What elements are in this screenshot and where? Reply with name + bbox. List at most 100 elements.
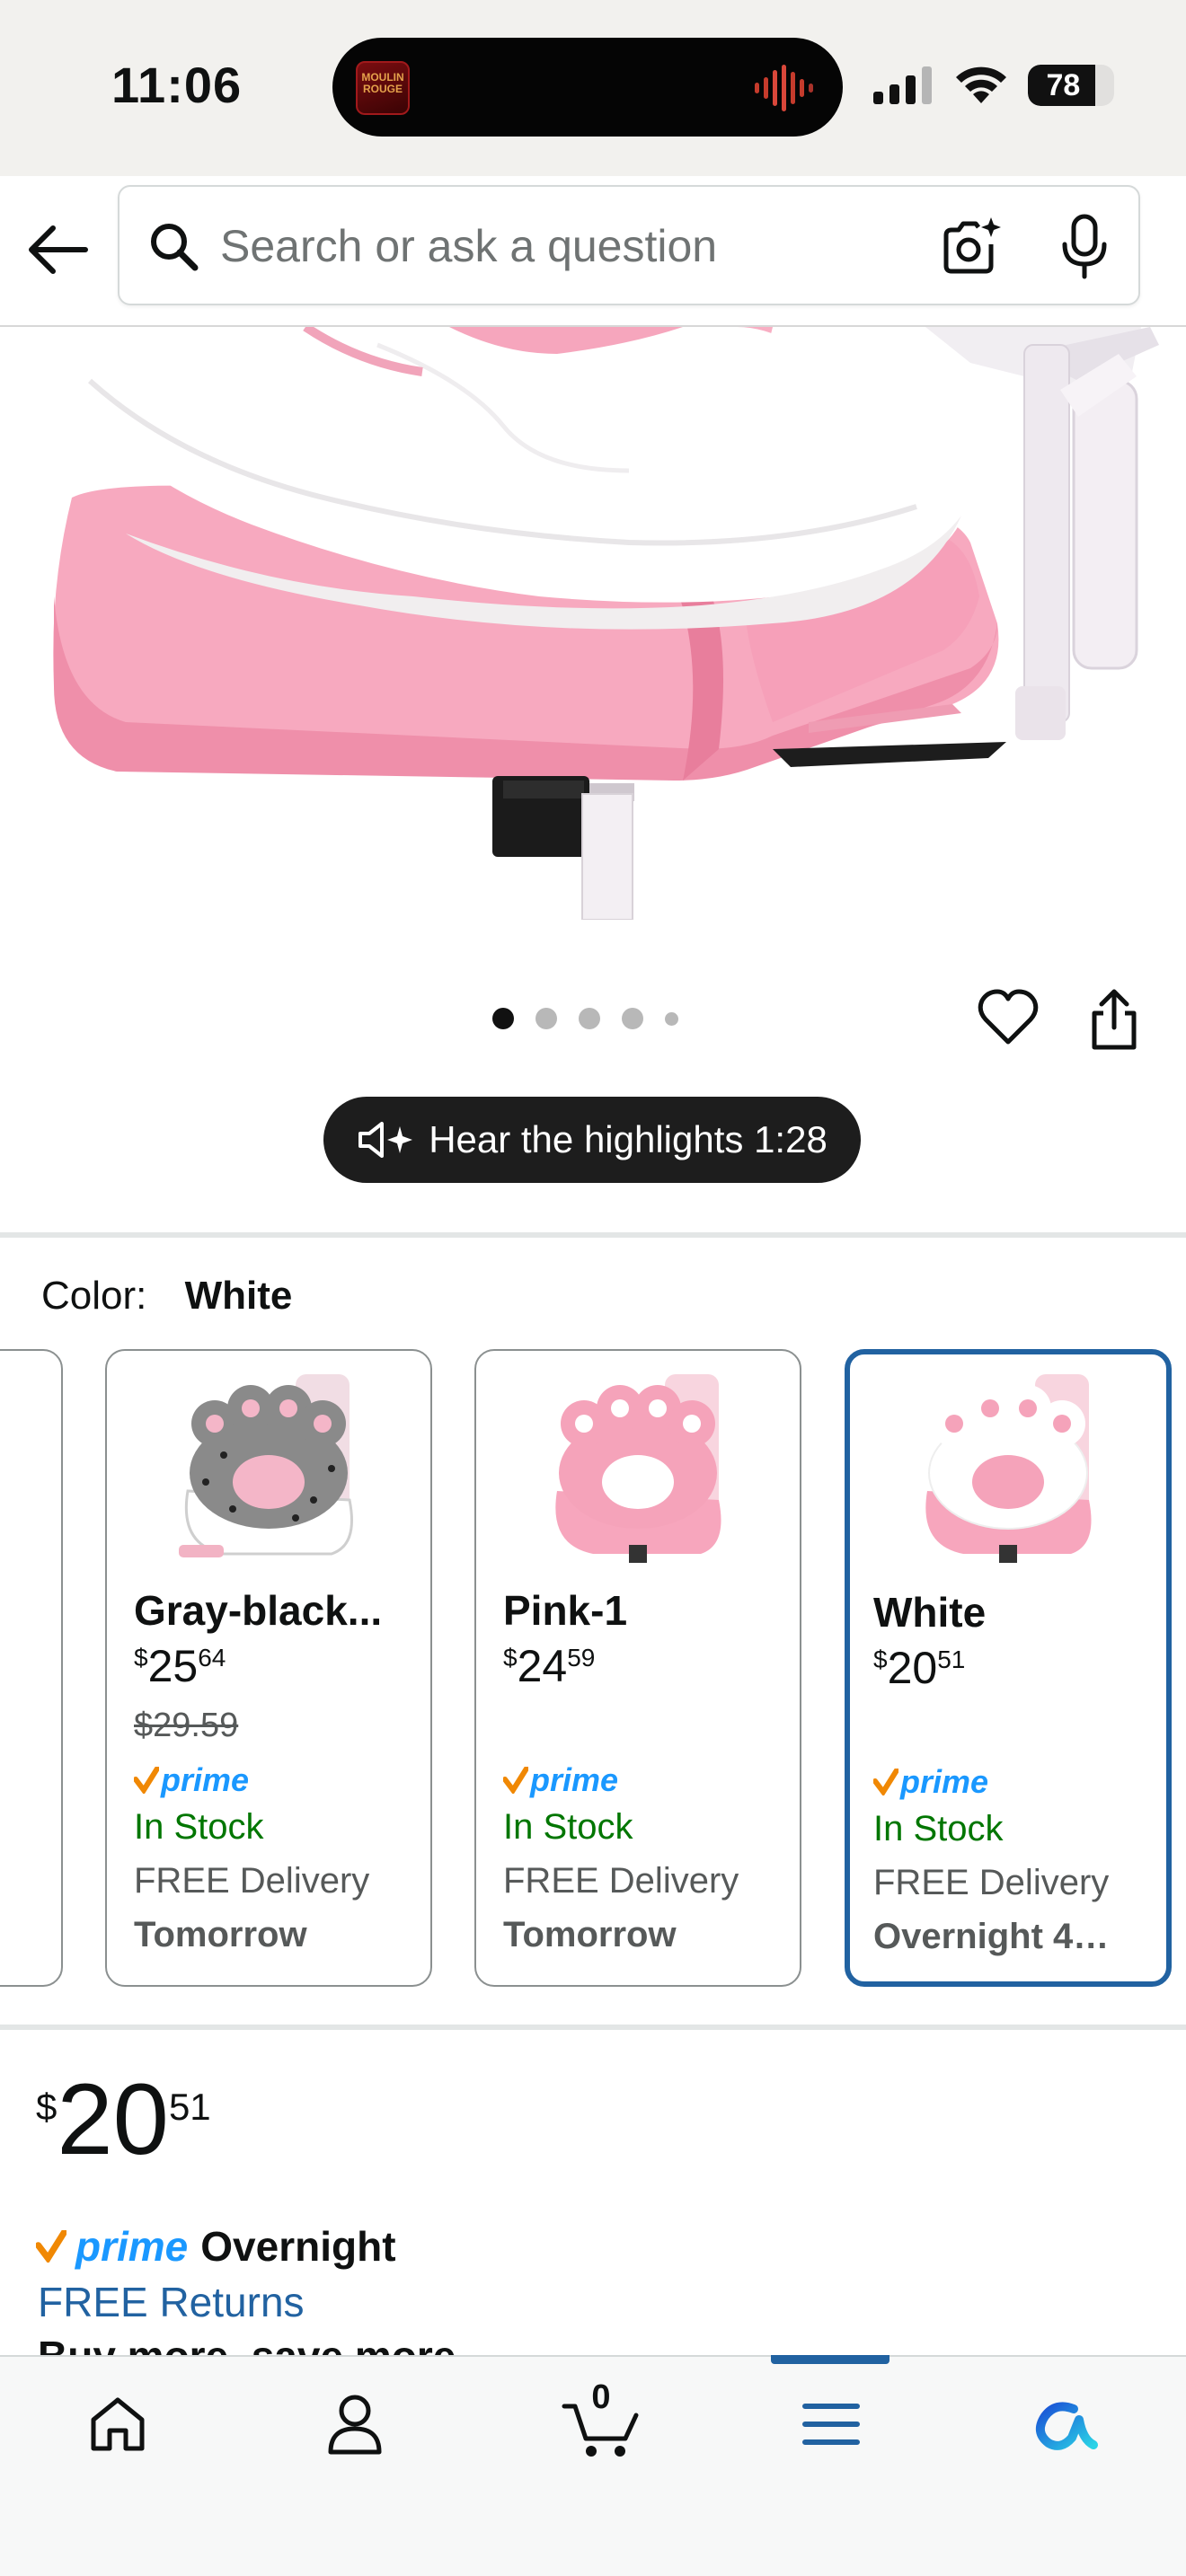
price-fraction: 51 (168, 2086, 211, 2128)
price-whole: 24 (517, 1641, 568, 1691)
account-icon (328, 2395, 382, 2455)
product-detail-screen: 11:06 MOULIN ROUGE 78 Search or ask a qu… (0, 0, 1186, 2576)
carousel-dot[interactable] (535, 1008, 557, 1029)
nav-cart[interactable]: 0 (552, 2378, 651, 2465)
prime-check-icon (873, 1769, 898, 1795)
wifi-icon (956, 66, 1006, 103)
price-symbol: $ (873, 1645, 888, 1673)
color-option-price: $2564 (134, 1640, 226, 1692)
list-price: $29.59 (134, 1707, 239, 1744)
back-button[interactable] (23, 216, 92, 284)
carousel-dot[interactable] (665, 1011, 678, 1026)
prime-badge: prime (503, 1760, 618, 1800)
now-playing-artwork: MOULIN ROUGE (356, 61, 410, 115)
product-image[interactable] (0, 327, 1186, 920)
battery-level: 78 (1046, 67, 1081, 102)
color-option-name: Gray-black... (134, 1587, 383, 1634)
color-option-white[interactable]: White $2051 prime In Stock FREE Delivery… (845, 1349, 1172, 1987)
delivery-date: Overnight 4… (873, 1917, 1110, 1956)
color-option-pink-1[interactable]: Pink-1 $2459 prime In Stock FREE Deliver… (474, 1349, 801, 1987)
price-whole: 25 (147, 1641, 199, 1691)
price-whole: 20 (57, 2063, 169, 2175)
section-divider (0, 2025, 1186, 2030)
delivery-info: FREE Delivery (873, 1863, 1110, 1902)
nav-rufus[interactable] (1024, 2384, 1105, 2465)
price-symbol: $ (503, 1644, 518, 1672)
selected-color-value: White (184, 1274, 293, 1318)
pink-chair-with-white-paw-cushion-image (53, 327, 1159, 920)
delivery-info: FREE Delivery (134, 1861, 370, 1901)
prime-label: prime (530, 1761, 619, 1798)
carousel-dot[interactable] (579, 1008, 600, 1029)
camera-sparkle-icon[interactable] (939, 214, 1004, 278)
price-fraction: 64 (198, 1644, 226, 1672)
delivery-date: Tomorrow (503, 1915, 677, 1954)
section-divider (0, 1232, 1186, 1238)
gray-black-paw-cushion-thumbnail (179, 1374, 353, 1557)
prime-badge: prime (873, 1762, 988, 1802)
signal-icon (873, 66, 932, 104)
home-icon (91, 2397, 145, 2451)
speaker-sparkle-icon (358, 1122, 413, 1158)
back-arrow-icon (29, 225, 88, 274)
hear-highlights-button[interactable]: Hear the highlights 1:28 (323, 1097, 861, 1183)
stock-status: In Stock (503, 1807, 633, 1847)
shipping-speed: Overnight (200, 2223, 396, 2270)
nav-account[interactable] (314, 2384, 395, 2465)
status-bar: 11:06 MOULIN ROUGE 78 (0, 0, 1186, 176)
carousel-dot[interactable] (492, 1008, 514, 1029)
delivery-date: Tomorrow (134, 1915, 307, 1954)
color-option-price: $2051 (873, 1642, 965, 1694)
free-returns-link[interactable]: FREE Returns (38, 2278, 305, 2326)
price-fraction: 59 (567, 1644, 596, 1672)
status-time: 11:06 (111, 57, 243, 113)
hear-highlights-label: Hear the highlights 1:28 (429, 1118, 828, 1160)
color-option-name: Pink-1 (503, 1587, 628, 1634)
delivery-info: FREE Delivery (503, 1861, 739, 1901)
prime-shipping-line: prime Overnight (36, 2222, 396, 2271)
active-tab-indicator (771, 2355, 890, 2364)
add-to-list-button[interactable] (976, 986, 1040, 1051)
color-option-partial[interactable] (0, 1349, 63, 1987)
color-label: Color: (41, 1274, 147, 1318)
carousel-dot[interactable] (622, 1008, 643, 1029)
color-selector-label: Color: White (41, 1274, 292, 1319)
search-bar[interactable] (118, 185, 1140, 305)
status-indicators: 78 (873, 63, 1114, 108)
nav-menu[interactable] (791, 2384, 872, 2465)
heart-icon (978, 989, 1039, 1045)
white-paw-cushion-thumbnail (925, 1374, 1092, 1563)
buy-more-save-more[interactable]: Buy more, save more (38, 2332, 456, 2357)
battery-icon: 78 (1028, 65, 1114, 106)
now-playing-artwork-label: MOULIN ROUGE (361, 71, 404, 95)
pink-paw-cushion-thumbnail (555, 1374, 721, 1563)
audio-waveform-icon (755, 65, 813, 111)
cart-count: 0 (591, 2378, 611, 2416)
price-symbol: $ (36, 2086, 58, 2128)
price-fraction: 51 (937, 1645, 966, 1673)
share-icon (1092, 989, 1137, 1050)
search-icon (151, 224, 199, 271)
share-button[interactable] (1087, 986, 1141, 1053)
dynamic-island[interactable]: MOULIN ROUGE (332, 38, 843, 137)
stock-status: In Stock (873, 1809, 1004, 1848)
prime-check-icon (134, 1767, 159, 1794)
stock-status: In Stock (134, 1807, 264, 1847)
menu-icon (802, 2404, 860, 2445)
prime-badge: prime (134, 1760, 249, 1800)
product-price: $ 20 51 (36, 2066, 211, 2174)
prime-check-icon (503, 1767, 528, 1794)
rufus-icon (1035, 2402, 1098, 2450)
bottom-navigation: 0 (0, 2355, 1186, 2576)
microphone-icon[interactable] (1058, 214, 1111, 280)
prime-label: prime (900, 1763, 989, 1800)
color-option-price: $2459 (503, 1640, 595, 1692)
prime-label: prime (161, 1761, 250, 1798)
price-whole: 20 (887, 1643, 938, 1693)
price-symbol: $ (134, 1644, 148, 1672)
image-carousel-dots[interactable] (492, 1008, 678, 1029)
search-input[interactable] (220, 208, 993, 284)
color-option-gray-black[interactable]: Gray-black... $2564 $29.59 prime In Stoc… (105, 1349, 432, 1987)
color-option-name: White (873, 1589, 987, 1636)
nav-home[interactable] (77, 2384, 158, 2465)
